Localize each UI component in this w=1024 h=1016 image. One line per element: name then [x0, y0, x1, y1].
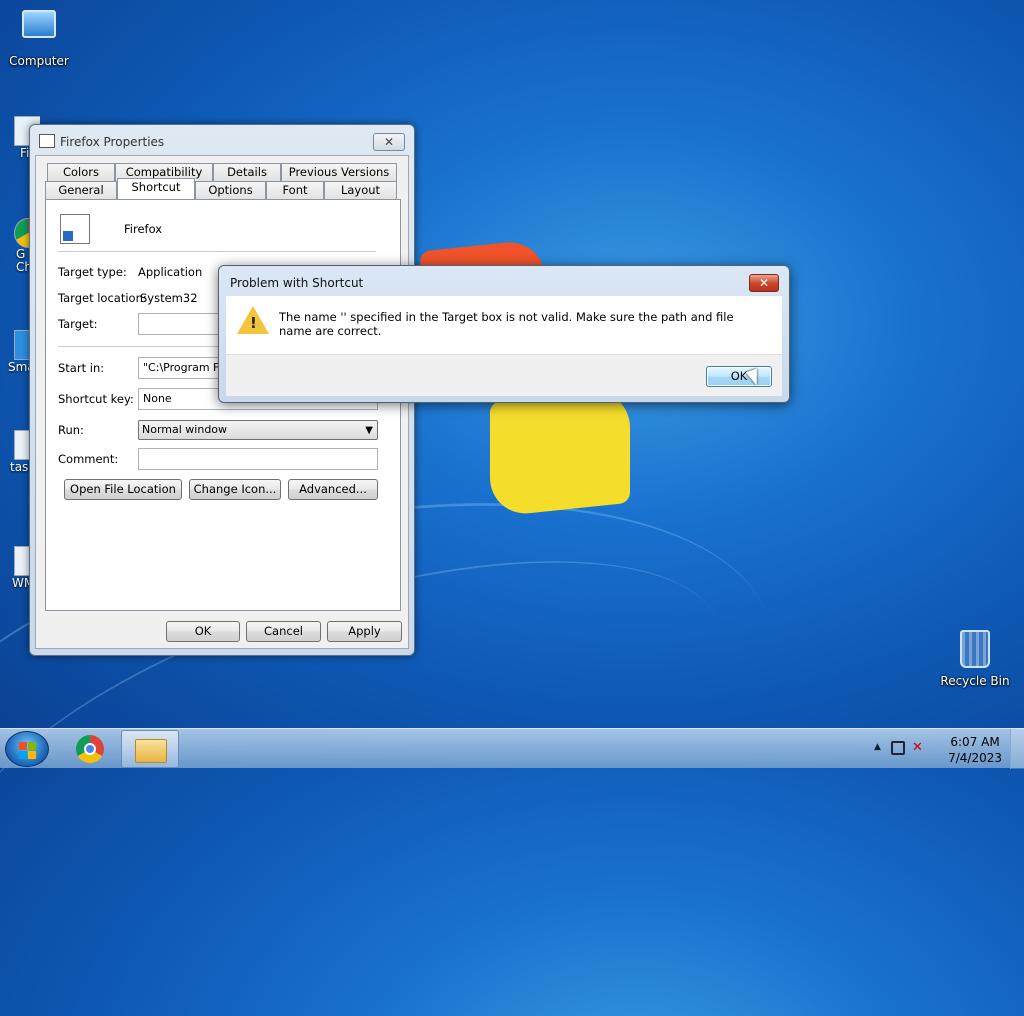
dialog-message: The name '' specified in the Target box …	[279, 310, 734, 338]
run-label: Run:	[58, 423, 84, 437]
tab-font[interactable]: Font	[266, 181, 324, 199]
window-title: Firefox Properties	[60, 135, 165, 149]
title-bar[interactable]: Firefox Properties ✕	[30, 125, 414, 155]
dialog-body: ! The name '' specified in the Target bo…	[226, 296, 782, 354]
comment-label: Comment:	[58, 452, 119, 466]
target-location-label: Target location:	[58, 291, 147, 305]
start-button[interactable]	[5, 731, 49, 767]
taskbar-explorer-button[interactable]	[121, 730, 179, 768]
warning-icon: !	[237, 306, 269, 334]
show-hidden-icons-icon[interactable]: ▲	[874, 742, 881, 752]
run-select[interactable]: Normal window ▼	[138, 420, 378, 440]
tab-general[interactable]: General	[45, 181, 117, 199]
dialog-ok-button[interactable]: OK	[706, 366, 772, 387]
shortcut-key-label: Shortcut key:	[58, 392, 134, 406]
properties-icon	[39, 134, 55, 148]
run-select-value: Normal window	[142, 423, 228, 436]
desktop-icon-computer[interactable]: Computer	[3, 10, 75, 68]
taskbar-chrome-button[interactable]	[60, 730, 118, 768]
tab-details[interactable]: Details	[213, 163, 281, 181]
dropdown-arrow-icon: ▼	[365, 425, 373, 436]
chrome-icon	[76, 735, 104, 763]
target-type-value: Application	[138, 265, 203, 279]
clock-time: 6:07 AM	[950, 735, 1000, 749]
apply-button[interactable]: Apply	[327, 621, 402, 642]
desktop-icon-recycle-bin[interactable]: Recycle Bin	[939, 630, 1011, 688]
app-name: Firefox	[124, 222, 163, 236]
tab-previous-versions[interactable]: Previous Versions	[281, 163, 397, 181]
clock-date: 7/4/2023	[948, 751, 1002, 765]
close-button[interactable]: ✕	[373, 133, 405, 151]
shortcut-icon	[60, 214, 90, 244]
desktop-icon-label: Recycle Bin	[940, 674, 1010, 688]
tab-colors[interactable]: Colors	[47, 163, 115, 181]
target-location-value: System32	[140, 291, 198, 305]
ok-button[interactable]: OK	[166, 621, 240, 642]
computer-icon	[19, 10, 59, 50]
tab-shortcut[interactable]: Shortcut	[117, 178, 195, 199]
change-icon-button[interactable]: Change Icon...	[189, 479, 281, 500]
open-file-location-button[interactable]: Open File Location	[64, 479, 182, 500]
desktop-icon-label: Computer	[9, 54, 69, 68]
show-desktop-button[interactable]	[1010, 729, 1024, 769]
dialog-close-button[interactable]: ✕	[749, 274, 779, 292]
tab-options[interactable]: Options	[195, 181, 266, 199]
target-label: Target:	[58, 317, 98, 331]
clock[interactable]: 6:07 AM 7/4/2023	[948, 734, 1002, 766]
taskbar: ▲ ✕ 6:07 AM 7/4/2023	[0, 728, 1024, 769]
cancel-button[interactable]: Cancel	[246, 621, 321, 642]
problem-with-shortcut-dialog: Problem with Shortcut ✕ ! The name '' sp…	[218, 265, 790, 403]
tab-layout[interactable]: Layout	[324, 181, 397, 199]
advanced-button[interactable]: Advanced...	[288, 479, 378, 500]
dialog-title: Problem with Shortcut	[230, 276, 364, 290]
system-tray: ▲ ✕ 6:07 AM 7/4/2023	[864, 729, 1024, 769]
dialog-footer: OK	[226, 354, 782, 396]
comment-input[interactable]	[138, 448, 378, 470]
target-type-label: Target type:	[58, 265, 127, 279]
volume-muted-icon[interactable]: ✕	[912, 740, 923, 755]
recycle-bin-icon	[955, 630, 995, 670]
separator	[58, 251, 376, 252]
file-explorer-icon	[135, 739, 167, 763]
start-in-label: Start in:	[58, 361, 105, 375]
shortcut-tab-panel: Firefox Target type: Application Target …	[45, 199, 401, 611]
network-icon[interactable]	[891, 741, 905, 755]
